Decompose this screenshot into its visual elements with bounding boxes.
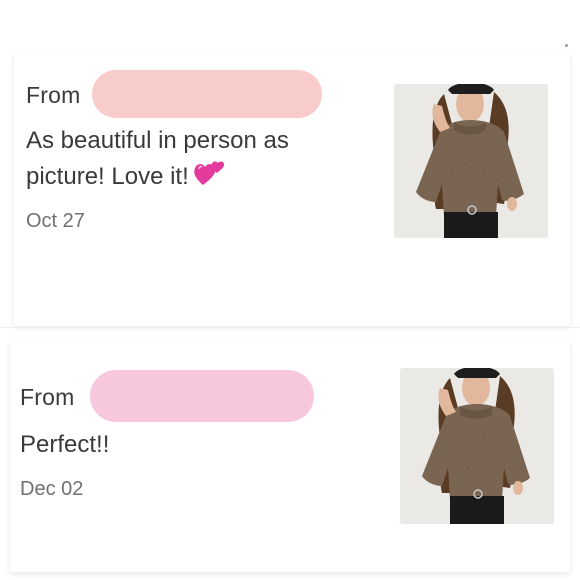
redacted-reviewer-name [90,370,314,422]
review-text: As beautiful in person as picture! Love … [26,124,366,198]
review-text-content: As beautiful in person as picture! Love … [26,127,289,190]
review-card: From Perfect!! Dec 02 [10,340,570,572]
review-date: Dec 02 [20,478,84,500]
redacted-reviewer-name [92,70,322,118]
reviewer-row: From [20,384,74,411]
review-date: Oct 27 [26,210,85,232]
from-label: From [26,82,81,108]
from-label: From [20,384,75,410]
product-photo[interactable] [394,84,548,238]
review-text: Perfect!! [20,428,360,462]
corner-dot [565,44,568,47]
review-card: From As beautiful in person as picture! … [14,54,570,326]
product-photo[interactable] [400,368,554,524]
two-hearts-icon [193,158,227,198]
reviewer-row: From [26,82,80,109]
review-text-content: Perfect!! [20,431,110,458]
divider [0,327,580,328]
